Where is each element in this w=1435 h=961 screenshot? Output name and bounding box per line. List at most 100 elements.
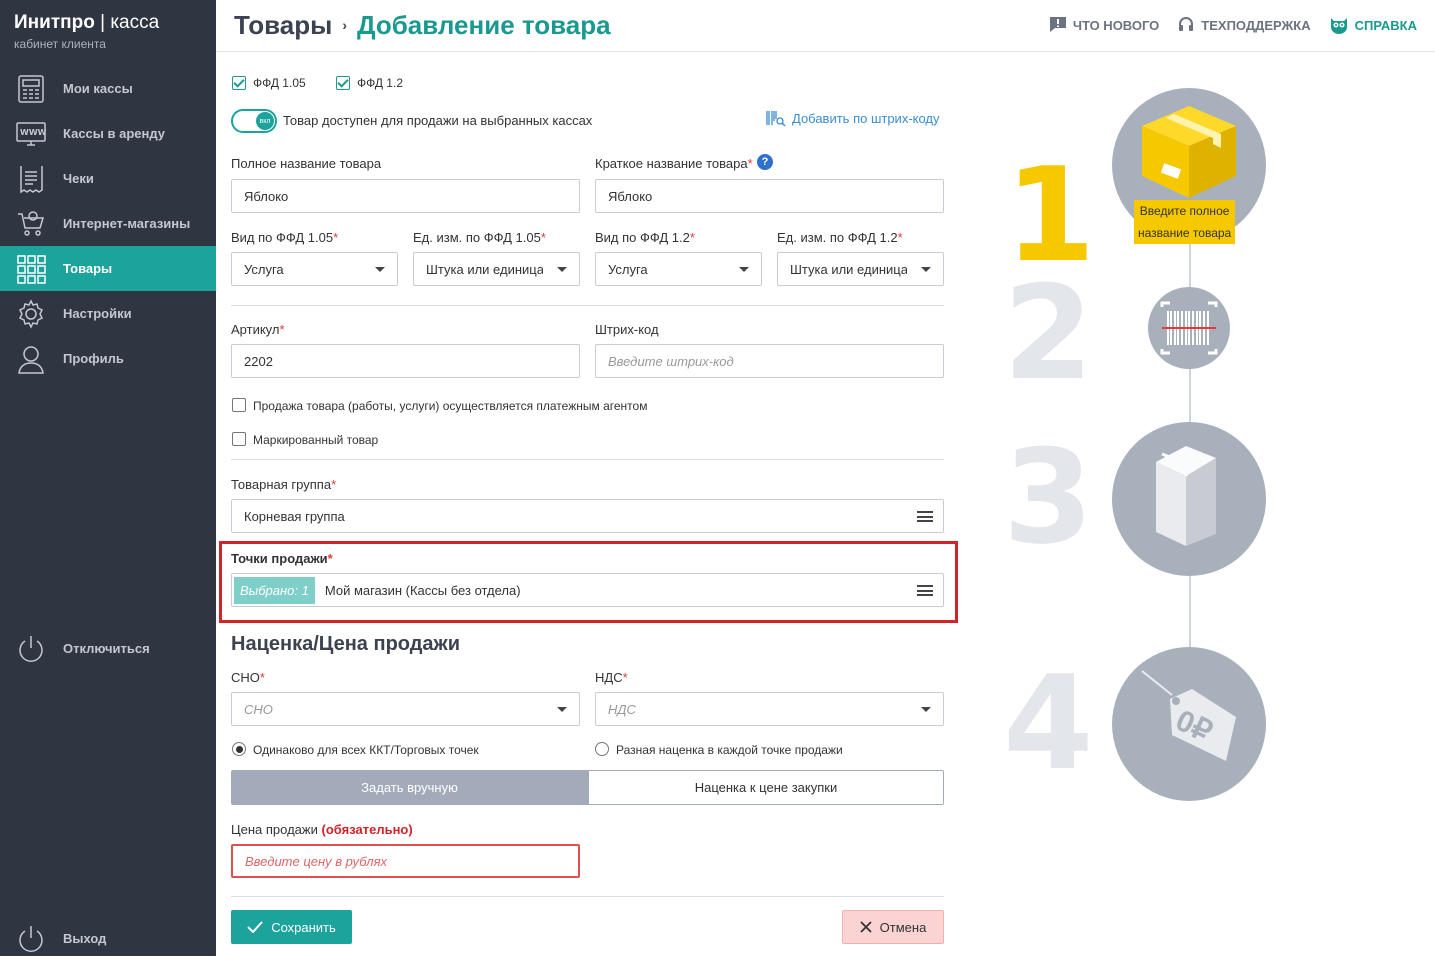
short-name-label: Краткое название товара* <box>595 156 753 171</box>
marked-goods-checkbox[interactable] <box>232 432 246 446</box>
save-button[interactable]: Сохранить <box>231 910 352 944</box>
breadcrumb-separator: › <box>342 17 347 33</box>
power-icon <box>14 632 48 666</box>
support-link[interactable]: ТЕХПОДДЕРЖКА <box>1177 16 1311 34</box>
list-icon <box>917 585 933 596</box>
barcode-search-icon <box>766 111 786 127</box>
kind12-select[interactable]: Услуга <box>595 252 762 286</box>
nds-label: НДС* <box>595 670 628 685</box>
close-icon <box>860 921 872 933</box>
same-markup-radio[interactable] <box>232 742 246 756</box>
sale-points-select[interactable]: Выбрано: 1 Мой магазин (Кассы без отдела… <box>231 573 944 607</box>
sale-points-label: Точки продажи* <box>231 551 333 566</box>
folder-icon <box>1156 446 1216 546</box>
top-bar: Товары › Добавление товара ЧТО НОВОГО ТЕХП… <box>216 0 1435 52</box>
tab-markup-to-purchase[interactable]: Наценка к цене закупки <box>588 770 944 805</box>
help-question-icon[interactable]: ? <box>757 154 773 170</box>
divider <box>231 896 944 897</box>
ffd105-label: ФФД 1.05 <box>253 76 306 90</box>
headset-icon <box>1179 17 1194 31</box>
app-subtitle: кабинет клиента <box>14 37 106 51</box>
sidebar-item-goods[interactable]: Товары <box>0 246 216 291</box>
chevron-down-icon <box>921 707 931 712</box>
step-3-circle <box>1112 422 1266 576</box>
divider <box>231 305 944 306</box>
breadcrumb-goods[interactable]: Товары <box>234 10 332 40</box>
article-label: Артикул* <box>231 322 285 337</box>
different-markup-label: Разная наценка в каждой точке продажи <box>616 743 843 757</box>
step-1-tooltip: Введите полное название товара <box>1134 200 1236 244</box>
unit12-select[interactable]: Штука или единица <box>777 252 944 286</box>
kind105-label: Вид по ФФД 1.05* <box>231 230 339 245</box>
add-by-barcode-link[interactable]: Добавить по штрих-коду <box>766 109 940 127</box>
ffd12-checkbox[interactable] <box>336 76 350 90</box>
power-icon <box>14 922 48 956</box>
full-name-label: Полное название товара <box>231 156 382 171</box>
sidebar-item-receipts[interactable]: Чеки <box>0 156 216 201</box>
unit105-select[interactable]: Штука или единица <box>413 252 580 286</box>
group-label: Товарная группа* <box>231 477 337 492</box>
sidebar-item-profile[interactable]: Профиль <box>0 336 216 381</box>
user-icon <box>14 342 48 376</box>
chevron-down-icon <box>739 267 749 272</box>
step-number-2: 2 <box>1003 257 1094 409</box>
sale-point-value: Мой магазин (Кассы без отдела) <box>324 582 521 598</box>
price-label: Цена продажи (обязательно) <box>231 822 413 837</box>
kind12-label: Вид по ФФД 1.2* <box>595 230 695 245</box>
grid-icon <box>14 252 48 286</box>
price-input[interactable]: Введите цену в рублях <box>231 844 580 878</box>
unit12-label: Ед. изм. по ФФД 1.2* <box>777 230 903 245</box>
gear-icon <box>14 297 48 331</box>
receipt-icon <box>14 162 48 196</box>
checkmark-icon <box>247 921 263 933</box>
nds-select[interactable]: НДС <box>595 692 944 726</box>
cancel-button[interactable]: Отмена <box>842 910 944 944</box>
barcode-label: Штрих-код <box>595 322 659 337</box>
logout-button[interactable]: Выход <box>0 916 216 961</box>
www-monitor-icon: WWW <box>14 117 48 151</box>
sidebar: Инитпро | касса кабинет клиента Мои касс… <box>0 0 216 956</box>
sidebar-item-settings[interactable]: Настройки <box>0 291 216 336</box>
disconnect-button[interactable]: Отключиться <box>0 626 216 671</box>
owl-icon <box>1330 18 1347 34</box>
ffd12-label: ФФД 1.2 <box>357 76 403 90</box>
availability-toggle[interactable]: вкл <box>231 109 277 133</box>
tab-manual[interactable]: Задать вручную <box>231 770 588 805</box>
ffd105-checkbox[interactable] <box>232 76 246 90</box>
sidebar-item-rent-cashboxes[interactable]: WWW Кассы в аренду <box>0 111 216 156</box>
breadcrumb: Товары › Добавление товара <box>234 10 611 41</box>
unit105-label: Ед. изм. по ФФД 1.05* <box>413 230 546 245</box>
whats-new-link[interactable]: ЧТО НОВОГО <box>1049 16 1159 34</box>
different-markup-radio[interactable] <box>595 742 609 756</box>
short-name-input[interactable]: Яблоко <box>595 179 944 213</box>
article-input[interactable]: 2202 <box>231 344 580 378</box>
chevron-down-icon <box>921 267 931 272</box>
svg-text:WWW: WWW <box>20 128 47 137</box>
markup-section-title: Наценка/Цена продажи <box>231 633 461 655</box>
step-2-circle <box>1148 287 1230 369</box>
help-link[interactable]: СПРАВКА <box>1329 16 1417 34</box>
chevron-down-icon <box>557 707 567 712</box>
app-logo[interactable]: Инитпро | касса кабинет клиента <box>14 12 159 51</box>
sidebar-item-my-cashboxes[interactable]: Мои кассы <box>0 66 216 111</box>
selected-count-badge: Выбрано: 1 <box>234 576 315 604</box>
barcode-input[interactable]: Введите штрих-код <box>595 344 944 378</box>
chevron-down-icon <box>375 267 385 272</box>
step-number-4: 4 <box>1003 647 1094 799</box>
same-markup-label: Одинаково для всех ККТ/Торговых точек <box>253 743 479 757</box>
toggle-knob: вкл <box>256 112 274 130</box>
cart-icon <box>14 207 48 241</box>
full-name-input[interactable]: Яблоко <box>231 179 580 213</box>
payment-agent-checkbox[interactable] <box>232 398 246 412</box>
cash-register-icon <box>14 72 48 106</box>
chat-alert-icon <box>1049 17 1066 32</box>
step-4-circle: 0₽ <box>1112 647 1266 801</box>
sno-select[interactable]: СНО <box>231 692 580 726</box>
sidebar-item-online-shops[interactable]: Интернет-магазины <box>0 201 216 246</box>
sno-label: СНО* <box>231 670 265 685</box>
kind105-select[interactable]: Услуга <box>231 252 398 286</box>
divider <box>231 459 944 460</box>
availability-label: Товар доступен для продажи на выбранных … <box>283 113 593 128</box>
group-select[interactable]: Корневая группа <box>231 499 944 533</box>
marked-goods-label: Маркированный товар <box>253 433 379 447</box>
